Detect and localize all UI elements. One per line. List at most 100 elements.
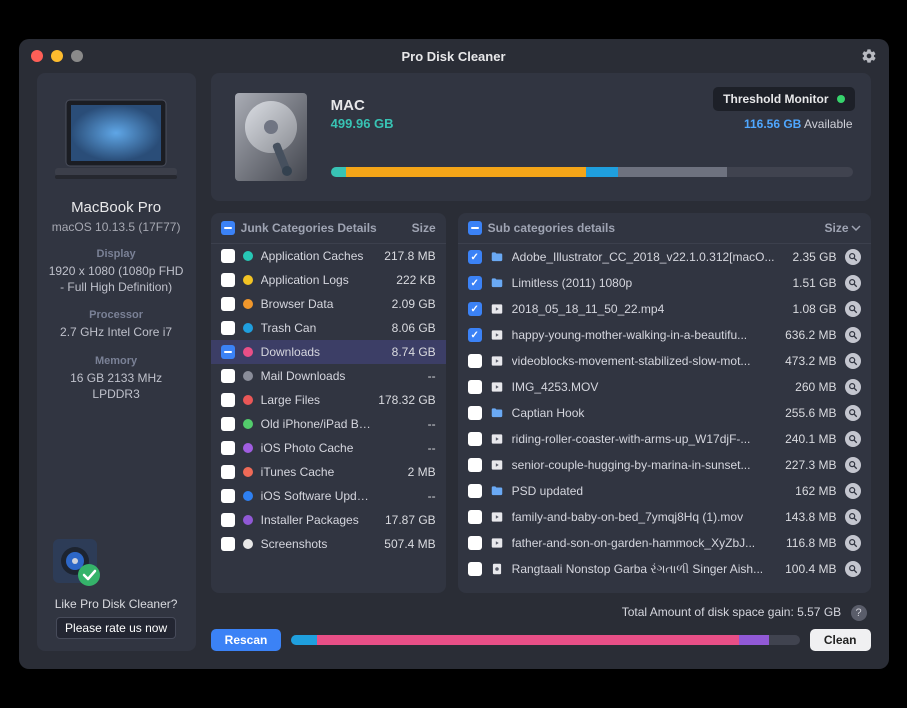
row-checkbox[interactable] <box>468 302 482 316</box>
subitem-row[interactable]: Rangtaali Nonstop Garba રંગતાળી Singer A… <box>458 556 871 582</box>
category-name: Trash Can <box>261 321 374 335</box>
subitem-name: Limitless (2011) 1080p <box>512 276 775 290</box>
system-panel: MacBook Pro macOS 10.13.5 (17F77) Displa… <box>37 73 196 651</box>
row-checkbox[interactable] <box>221 297 235 311</box>
subitems-size-header[interactable]: Size <box>824 221 860 235</box>
minimize-icon[interactable] <box>51 50 63 62</box>
reveal-button[interactable] <box>845 457 861 473</box>
category-row[interactable]: Application Caches217.8 MB <box>211 244 446 268</box>
display-label: Display <box>47 248 186 260</box>
subitem-row[interactable]: riding-roller-coaster-with-arms-up_W17dj… <box>458 426 871 452</box>
row-checkbox[interactable] <box>468 380 482 394</box>
row-checkbox[interactable] <box>468 536 482 550</box>
row-checkbox[interactable] <box>221 489 235 503</box>
disk-icon <box>229 87 313 187</box>
reveal-button[interactable] <box>845 379 861 395</box>
category-row[interactable]: Large Files178.32 GB <box>211 388 446 412</box>
rescan-button[interactable]: Rescan <box>211 629 282 651</box>
row-checkbox[interactable] <box>221 345 235 359</box>
category-name: iTunes Cache <box>261 465 374 479</box>
threshold-monitor[interactable]: Threshold Monitor <box>713 87 854 111</box>
subitems-master-checkbox[interactable] <box>468 221 482 235</box>
folder-icon <box>490 250 504 264</box>
category-color-icon <box>243 395 253 405</box>
row-checkbox[interactable] <box>221 417 235 431</box>
rate-button[interactable]: Please rate us now <box>56 617 176 639</box>
subitem-row[interactable]: senior-couple-hugging-by-marina-in-sunse… <box>458 452 871 478</box>
subitem-row[interactable]: father-and-son-on-garden-hammock_XyZbJ..… <box>458 530 871 556</box>
row-checkbox[interactable] <box>221 537 235 551</box>
row-checkbox[interactable] <box>221 513 235 527</box>
row-checkbox[interactable] <box>468 276 482 290</box>
help-icon[interactable]: ? <box>851 605 867 621</box>
reveal-button[interactable] <box>845 535 861 551</box>
subitem-row[interactable]: PSD updated162 MB <box>458 478 871 504</box>
row-checkbox[interactable] <box>468 432 482 446</box>
category-row[interactable]: Old iPhone/iPad Backups-- <box>211 412 446 436</box>
reveal-button[interactable] <box>845 301 861 317</box>
subitem-size: 162 MB <box>783 484 837 498</box>
category-size: 8.74 GB <box>382 345 436 359</box>
category-row[interactable]: Browser Data2.09 GB <box>211 292 446 316</box>
category-name: Mail Downloads <box>261 369 374 383</box>
reveal-button[interactable] <box>845 405 861 421</box>
row-checkbox[interactable] <box>221 273 235 287</box>
subitem-row[interactable]: family-and-baby-on-bed_7ymqj8Hq (1).mov1… <box>458 504 871 530</box>
processor-value: 2.7 GHz Intel Core i7 <box>47 324 186 340</box>
folder-icon <box>490 484 504 498</box>
row-checkbox[interactable] <box>468 354 482 368</box>
status-dot-icon <box>837 95 845 103</box>
category-size: 2 MB <box>382 465 436 479</box>
row-checkbox[interactable] <box>221 441 235 455</box>
row-checkbox[interactable] <box>468 458 482 472</box>
reveal-button[interactable] <box>845 431 861 447</box>
close-icon[interactable] <box>31 50 43 62</box>
subitem-row[interactable]: IMG_4253.MOV260 MB <box>458 374 871 400</box>
row-checkbox[interactable] <box>468 510 482 524</box>
row-checkbox[interactable] <box>468 250 482 264</box>
subitem-row[interactable]: happy-young-mother-walking-in-a-beautifu… <box>458 322 871 348</box>
row-checkbox[interactable] <box>468 406 482 420</box>
reveal-button[interactable] <box>845 483 861 499</box>
category-row[interactable]: Installer Packages17.87 GB <box>211 508 446 532</box>
available-word: Available <box>804 117 852 131</box>
reveal-button[interactable] <box>845 561 861 577</box>
row-checkbox[interactable] <box>468 484 482 498</box>
row-checkbox[interactable] <box>221 249 235 263</box>
reveal-button[interactable] <box>845 327 861 343</box>
row-checkbox[interactable] <box>468 328 482 342</box>
subitem-row[interactable]: Captian Hook255.6 MB <box>458 400 871 426</box>
clean-button[interactable]: Clean <box>810 629 871 651</box>
categories-size-header[interactable]: Size <box>412 221 436 235</box>
reveal-button[interactable] <box>845 353 861 369</box>
settings-button[interactable] <box>861 48 877 64</box>
subitem-row[interactable]: videoblocks-movement-stabilized-slow-mot… <box>458 348 871 374</box>
category-row[interactable]: iTunes Cache 2 MB <box>211 460 446 484</box>
category-row[interactable]: iOS Photo Cache-- <box>211 436 446 460</box>
subitems-title: Sub categories details <box>488 221 615 235</box>
zoom-icon[interactable] <box>71 50 83 62</box>
video-icon <box>490 380 504 394</box>
row-checkbox[interactable] <box>221 465 235 479</box>
chevron-down-icon <box>851 223 861 233</box>
row-checkbox[interactable] <box>221 321 235 335</box>
row-checkbox[interactable] <box>221 393 235 407</box>
subitem-row[interactable]: 2018_05_18_11_50_22.mp41.08 GB <box>458 296 871 322</box>
categories-master-checkbox[interactable] <box>221 221 235 235</box>
reveal-button[interactable] <box>845 509 861 525</box>
category-row[interactable]: Trash Can8.06 GB <box>211 316 446 340</box>
subitem-row[interactable]: Adobe_Illustrator_CC_2018_v22.1.0.312[ma… <box>458 244 871 270</box>
reveal-button[interactable] <box>845 249 861 265</box>
category-row[interactable]: Screenshots507.4 MB <box>211 532 446 556</box>
category-row[interactable]: iOS Software Updates-- <box>211 484 446 508</box>
reveal-button[interactable] <box>845 275 861 291</box>
row-checkbox[interactable] <box>221 369 235 383</box>
video-icon <box>490 328 504 342</box>
category-color-icon <box>243 371 253 381</box>
row-checkbox[interactable] <box>468 562 482 576</box>
category-row[interactable]: Downloads8.74 GB <box>211 340 446 364</box>
category-row[interactable]: Mail Downloads-- <box>211 364 446 388</box>
subitem-size: 100.4 MB <box>783 562 837 576</box>
category-row[interactable]: Application Logs222 KB <box>211 268 446 292</box>
subitem-row[interactable]: Limitless (2011) 1080p1.51 GB <box>458 270 871 296</box>
